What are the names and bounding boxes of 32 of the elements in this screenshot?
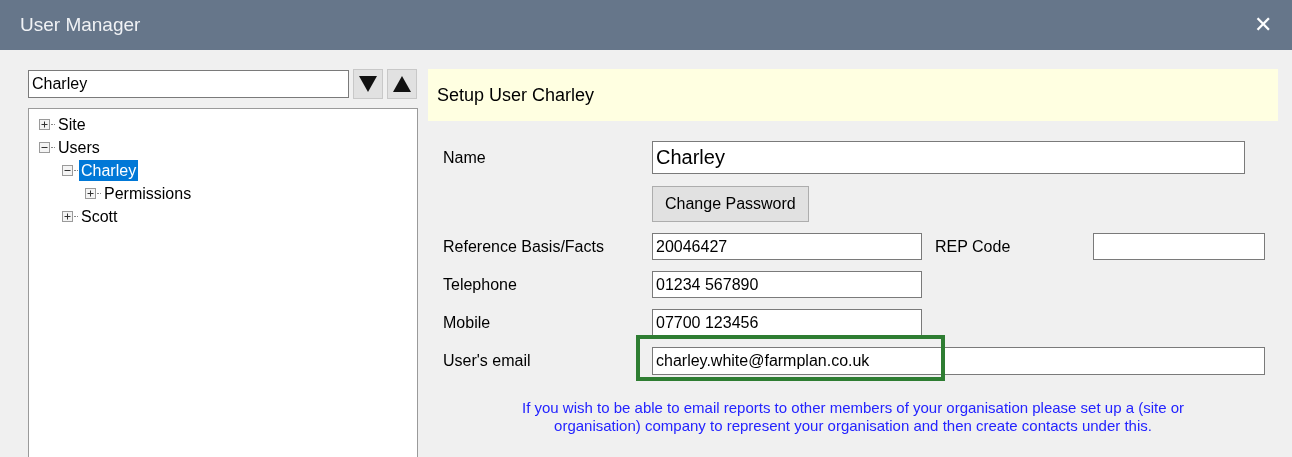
expand-icon[interactable]: [62, 211, 73, 222]
text-field[interactable]: 07700 123456: [652, 309, 922, 336]
collapse-icon[interactable]: [39, 142, 50, 153]
name-field[interactable]: Charley: [652, 141, 1245, 174]
previous-button[interactable]: [387, 69, 417, 99]
field-label: Mobile: [443, 312, 492, 333]
next-button[interactable]: [353, 69, 383, 99]
expand-icon[interactable]: [39, 119, 50, 130]
tree-item[interactable]: Users: [56, 137, 102, 158]
field-label: Reference Basis/Facts: [443, 236, 605, 257]
up-triangle-icon: [393, 76, 411, 92]
header-title: Setup User Charley: [437, 83, 595, 107]
collapse-icon[interactable]: [62, 165, 73, 176]
field-label: Telephone: [443, 274, 518, 295]
text-field[interactable]: 01234 567890: [652, 271, 922, 298]
change-password-button[interactable]: Change Password: [652, 186, 809, 222]
expand-icon[interactable]: [85, 188, 96, 199]
tree-item[interactable]: Scott: [79, 206, 120, 227]
field-label: User's email: [443, 351, 532, 371]
tree-item[interactable]: Site: [56, 114, 88, 135]
down-triangle-icon: [359, 76, 377, 92]
field-label: REP Code: [935, 236, 1012, 257]
window-title: User Manager: [20, 12, 141, 37]
field-label: Name: [443, 147, 487, 168]
info-note: If you wish to be able to email reports to other members of your organisation please set up a (site or organisation) company to represent your organisation and then create contacts under this.: [521, 399, 1185, 435]
close-button[interactable]: ✕: [1254, 14, 1272, 36]
search-field[interactable]: Charley: [28, 70, 349, 98]
tree-item[interactable]: Permissions: [102, 183, 194, 204]
text-field[interactable]: charley.white@farmplan.co.uk: [652, 347, 1265, 375]
text-field[interactable]: [1093, 233, 1265, 260]
tree-item[interactable]: Charley: [79, 160, 139, 181]
text-field[interactable]: 20046427: [652, 233, 922, 260]
